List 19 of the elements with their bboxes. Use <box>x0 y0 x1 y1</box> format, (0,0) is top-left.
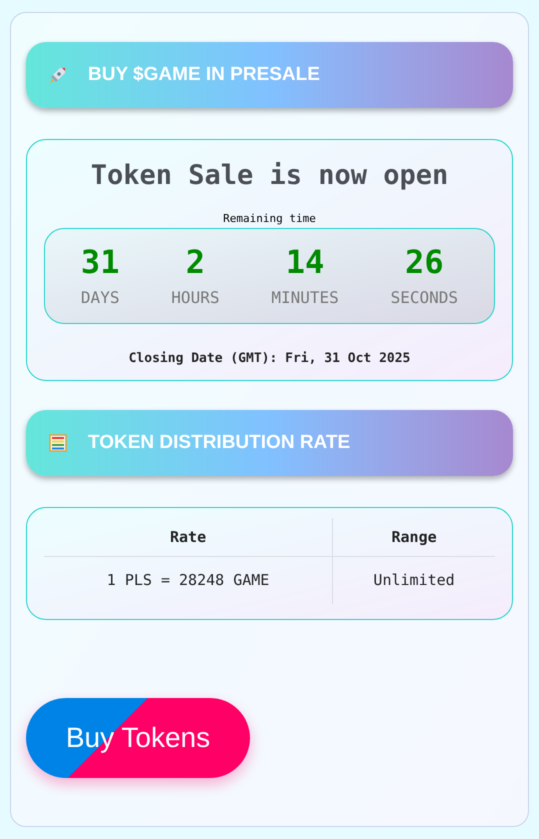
countdown-unit-label: HOURS <box>171 287 220 309</box>
countdown-unit-label: MINUTES <box>271 287 339 309</box>
section-title: BUY $GAME IN PRESALE <box>88 62 320 87</box>
table-cell: Unlimited <box>332 556 495 604</box>
abacus-icon <box>48 433 68 453</box>
sale-status-title: Token Sale is now open <box>90 159 448 193</box>
column-header: Range <box>332 518 495 556</box>
countdown-value: 2 <box>186 242 206 282</box>
closing-date: Closing Date (GMT): Fri, 31 Oct 2025 <box>128 350 410 368</box>
countdown-value: 14 <box>286 242 324 282</box>
countdown-unit-label: DAYS <box>80 287 120 309</box>
table-cell: 1 PLS = 28248 GAME <box>44 556 333 604</box>
remaining-time-label: Remaining time <box>223 210 316 226</box>
section-title: TOKEN DISTRIBUTION RATE <box>88 430 350 455</box>
countdown-value: 26 <box>405 242 444 282</box>
countdown-value: 31 <box>80 242 120 282</box>
countdown-unit-label: SECONDS <box>390 287 458 309</box>
column-header: Rate <box>44 518 333 556</box>
rocket-icon <box>48 65 68 85</box>
